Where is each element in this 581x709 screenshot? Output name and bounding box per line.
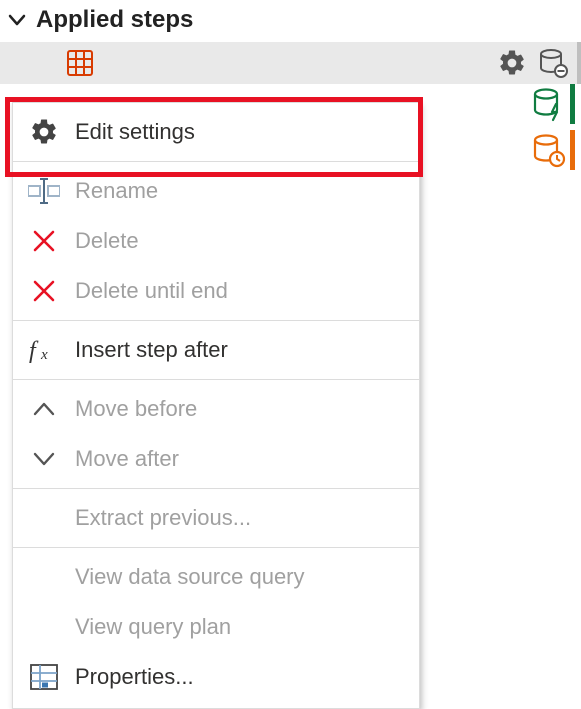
menu-label: Move before <box>75 396 197 422</box>
separator <box>13 488 419 489</box>
menu-delete-until-end: Delete until end <box>13 266 419 316</box>
database-remove-icon[interactable] <box>537 47 569 79</box>
steps-area: Edit settings Rename Delete <box>0 42 581 84</box>
step-toolbar <box>497 47 577 79</box>
menu-delete: Delete <box>13 216 419 266</box>
svg-text:x: x <box>40 347 48 363</box>
menu-view-query-plan: View query plan <box>13 602 419 652</box>
applied-steps-header[interactable]: Applied steps <box>0 0 581 42</box>
step-row-selected[interactable] <box>0 42 581 84</box>
panel-title: Applied steps <box>36 6 193 34</box>
chevron-down-icon <box>27 442 61 476</box>
menu-label: Edit settings <box>75 119 195 145</box>
chevron-up-icon <box>27 392 61 426</box>
menu-rename: Rename <box>13 166 419 216</box>
menu-extract-previous: Extract previous... <box>13 493 419 543</box>
menu-move-before: Move before <box>13 384 419 434</box>
svg-text:f: f <box>29 338 39 364</box>
database-clock-icon[interactable] <box>530 132 566 168</box>
menu-label: Delete until end <box>75 278 228 304</box>
gear-icon <box>27 115 61 149</box>
accent-bar <box>570 130 575 170</box>
x-icon <box>27 274 61 308</box>
menu-label: View query plan <box>75 614 231 640</box>
menu-label: Rename <box>75 178 158 204</box>
separator <box>13 379 419 380</box>
menu-label: View data source query <box>75 564 305 590</box>
separator <box>13 161 419 162</box>
menu-move-after: Move after <box>13 434 419 484</box>
database-lightning-icon[interactable] <box>530 86 566 122</box>
menu-label: Properties... <box>75 664 194 690</box>
menu-insert-step-after[interactable]: f x Insert step after <box>13 325 419 375</box>
separator <box>13 547 419 548</box>
properties-icon <box>27 660 61 694</box>
context-menu: Edit settings Rename Delete <box>12 102 420 709</box>
rename-icon <box>27 174 61 208</box>
menu-edit-settings[interactable]: Edit settings <box>13 107 419 157</box>
table-icon <box>66 49 94 77</box>
side-step-icons <box>511 84 581 170</box>
menu-label: Insert step after <box>75 337 228 363</box>
gear-icon[interactable] <box>497 48 527 78</box>
fx-icon: f x <box>27 333 61 367</box>
accent-bar <box>570 84 575 124</box>
menu-label: Move after <box>75 446 179 472</box>
menu-label: Delete <box>75 228 139 254</box>
menu-view-data-source-query: View data source query <box>13 552 419 602</box>
x-icon <box>27 224 61 258</box>
chevron-down-icon <box>6 9 28 31</box>
menu-label: Extract previous... <box>75 505 251 531</box>
separator <box>13 320 419 321</box>
